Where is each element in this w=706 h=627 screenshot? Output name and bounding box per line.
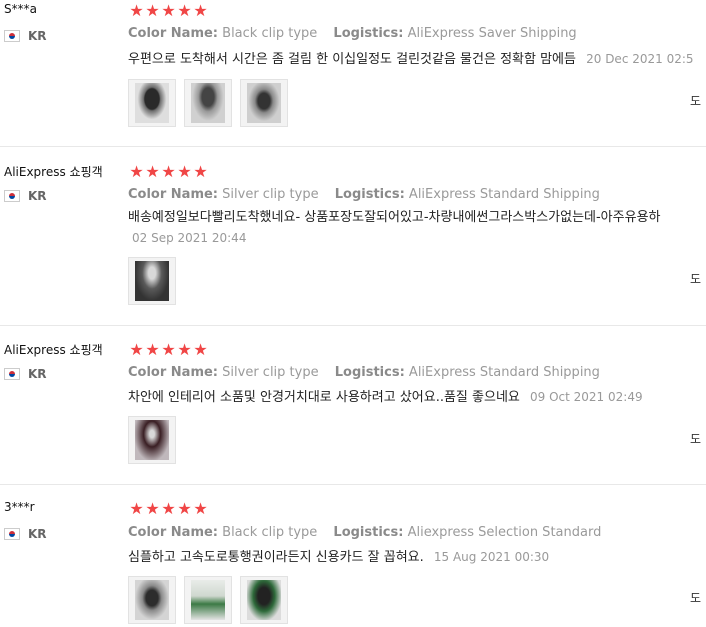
star-icon: ★ [129, 162, 144, 181]
review-photo[interactable] [240, 79, 288, 127]
reviewer-name: S***a [4, 2, 37, 16]
country-code: KR [28, 189, 47, 203]
review-photos [128, 257, 176, 305]
star-rating: ★ ★ ★ ★ ★ [129, 501, 208, 517]
color-value: Silver clip type [222, 365, 319, 380]
color-value: Silver clip type [222, 187, 319, 202]
review-photo[interactable] [128, 257, 176, 305]
review-photo[interactable] [128, 416, 176, 464]
review-date: 15 Aug 2021 00:30 [433, 550, 550, 564]
star-icon: ★ [129, 1, 144, 20]
color-value: Black clip type [222, 525, 318, 540]
star-icon: ★ [161, 1, 176, 20]
review-body: 우편으로 도착해서 시간은 좀 걸림 한 이십일정도 걸린것같음 물건은 정확함… [128, 52, 576, 67]
review-text: 배송예정일보다빨리도착했네요- 상품포장도잘되어있고-차량내에썬그라스박스가없는… [128, 208, 706, 248]
helpful-button[interactable]: 도 [690, 589, 701, 606]
korea-flag-icon [4, 30, 20, 42]
color-label: Color Name: [128, 26, 219, 41]
logistics-label: Logistics: [334, 365, 405, 380]
reviewer-country: KR [4, 29, 47, 43]
star-icon: ★ [177, 499, 192, 518]
star-icon: ★ [177, 162, 192, 181]
review-photos [128, 79, 288, 127]
korea-flag-icon [4, 190, 20, 202]
review-photo[interactable] [184, 79, 232, 127]
review-text: 심플하고 고속도로통행권이라든지 신용카드 잘 꼽혀요. 15 Aug 2021… [128, 547, 549, 568]
reviewer-name: 3***r [4, 500, 35, 514]
helpful-button[interactable]: 도 [690, 430, 701, 447]
korea-flag-icon [4, 368, 20, 380]
review-photo[interactable] [240, 576, 288, 624]
star-icon: ★ [193, 499, 208, 518]
color-label: Color Name: [128, 525, 219, 540]
review-date: 20 Dec 2021 02:5 [586, 52, 694, 66]
review-text: 차안에 인테리어 소품및 안경거치대로 사용하려고 샀어요..품질 좋으네요 0… [128, 387, 643, 408]
star-icon: ★ [177, 1, 192, 20]
star-rating: ★ ★ ★ ★ ★ [129, 164, 208, 180]
country-code: KR [28, 527, 47, 541]
review-attributes: Color Name: Silver clip type Logistics: … [128, 187, 612, 202]
helpful-button[interactable]: 도 [690, 92, 701, 109]
country-code: KR [28, 367, 47, 381]
star-rating: ★ ★ ★ ★ ★ [129, 342, 208, 358]
reviewer-name: AliExpress 쇼핑객 [4, 343, 103, 357]
review-photo[interactable] [184, 576, 232, 624]
logistics-value: AliExpress Saver Shipping [407, 26, 577, 41]
color-value: Black clip type [222, 26, 318, 41]
star-icon: ★ [161, 340, 176, 359]
logistics-value: AliExpress Standard Shipping [408, 187, 600, 202]
review-date: 02 Sep 2021 20:44 [132, 231, 247, 245]
review-photo[interactable] [128, 576, 176, 624]
review-attributes: Color Name: Black clip type Logistics: A… [128, 26, 589, 41]
logistics-label: Logistics: [333, 525, 404, 540]
review-photos [128, 416, 176, 464]
star-icon: ★ [193, 340, 208, 359]
star-icon: ★ [145, 162, 160, 181]
star-icon: ★ [145, 499, 160, 518]
color-label: Color Name: [128, 187, 219, 202]
logistics-value: Aliexpress Selection Standard [407, 525, 602, 540]
review-body: 심플하고 고속도로통행권이라든지 신용카드 잘 꼽혀요. [128, 550, 424, 565]
review-text: 우편으로 도착해서 시간은 좀 걸림 한 이십일정도 걸린것같음 물건은 정확함… [128, 49, 694, 70]
logistics-label: Logistics: [333, 26, 404, 41]
star-icon: ★ [145, 340, 160, 359]
review-attributes: Color Name: Black clip type Logistics: A… [128, 525, 613, 540]
star-icon: ★ [193, 1, 208, 20]
star-icon: ★ [161, 499, 176, 518]
star-icon: ★ [161, 162, 176, 181]
reviewer-country: KR [4, 189, 47, 203]
korea-flag-icon [4, 528, 20, 540]
helpful-button[interactable]: 도 [690, 270, 701, 287]
review-attributes: Color Name: Silver clip type Logistics: … [128, 365, 612, 380]
star-icon: ★ [193, 162, 208, 181]
color-label: Color Name: [128, 365, 219, 380]
divider [0, 325, 706, 326]
divider [0, 146, 706, 147]
star-rating: ★ ★ ★ ★ ★ [129, 3, 208, 19]
review-body: 배송예정일보다빨리도착했네요- 상품포장도잘되어있고-차량내에썬그라스박스가없는… [128, 210, 661, 225]
reviewer-country: KR [4, 367, 47, 381]
star-icon: ★ [129, 340, 144, 359]
country-code: KR [28, 29, 47, 43]
review-photos [128, 576, 288, 624]
star-icon: ★ [129, 499, 144, 518]
star-icon: ★ [177, 340, 192, 359]
divider [0, 484, 706, 485]
review-body: 차안에 인테리어 소품및 안경거치대로 사용하려고 샀어요..품질 좋으네요 [128, 390, 520, 405]
logistics-label: Logistics: [334, 187, 405, 202]
star-icon: ★ [145, 1, 160, 20]
logistics-value: AliExpress Standard Shipping [408, 365, 600, 380]
review-date: 09 Oct 2021 02:49 [530, 390, 643, 404]
reviewer-country: KR [4, 527, 47, 541]
reviewer-name: AliExpress 쇼핑객 [4, 165, 103, 179]
review-photo[interactable] [128, 79, 176, 127]
